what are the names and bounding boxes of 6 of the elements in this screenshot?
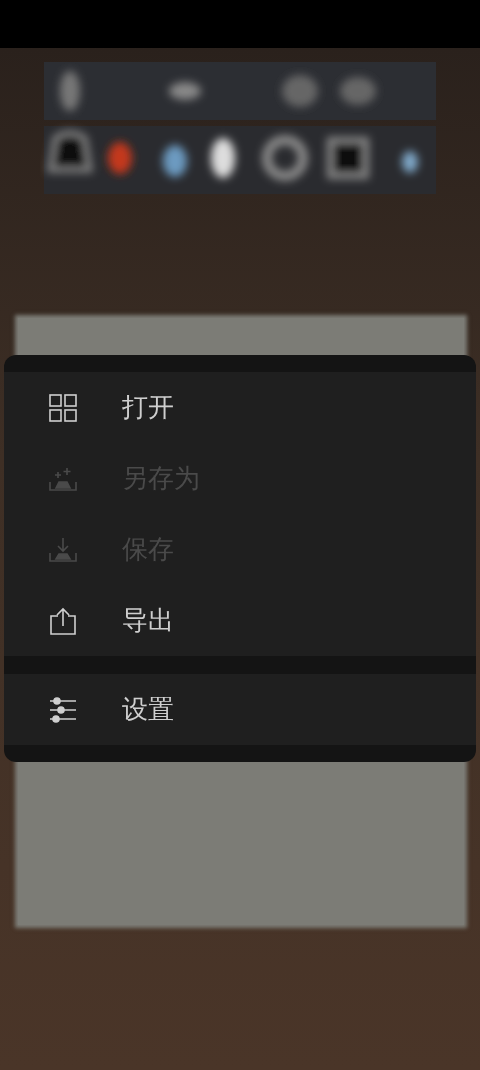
sliders-icon xyxy=(48,694,78,725)
share-icon xyxy=(48,605,78,636)
menu-item[interactable]: 导出 xyxy=(4,585,476,656)
grid-icon xyxy=(48,392,78,423)
menu-item[interactable]: 打开 xyxy=(4,372,476,443)
menu-item[interactable]: 设置 xyxy=(4,674,476,745)
